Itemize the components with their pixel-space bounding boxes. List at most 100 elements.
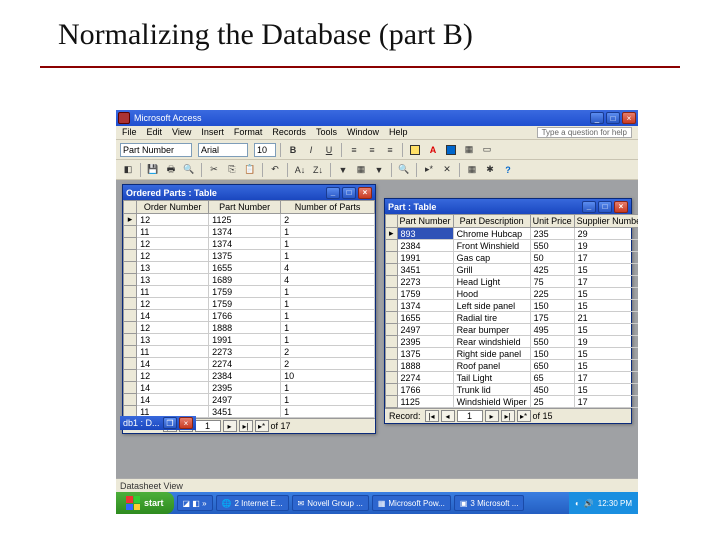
- table-row[interactable]: 1424971: [124, 394, 375, 406]
- help-button[interactable]: ?: [500, 162, 516, 178]
- object-selector[interactable]: Part Number: [120, 143, 192, 157]
- ordered-parts-grid[interactable]: Order Number Part Number Number of Parts…: [123, 200, 375, 418]
- table-row[interactable]: 1218881: [124, 322, 375, 334]
- col-number-of-parts[interactable]: Number of Parts: [281, 201, 375, 214]
- table-row[interactable]: 1766Trunk lid45015: [386, 384, 639, 396]
- nav-first[interactable]: |◂: [425, 410, 439, 422]
- underline-button[interactable]: U: [321, 142, 337, 158]
- menu-format[interactable]: Format: [234, 127, 263, 138]
- nav-current[interactable]: 1: [195, 420, 221, 432]
- table-row[interactable]: 1423951: [124, 382, 375, 394]
- task-access[interactable]: ▣3 Microsoft ...: [454, 495, 525, 511]
- copy-button[interactable]: ⎘: [224, 162, 240, 178]
- table-row[interactable]: 1655Radial tire17521: [386, 312, 639, 324]
- ordered-parts-titlebar[interactable]: Ordered Parts : Table _ □ ×: [123, 185, 375, 200]
- db-restore[interactable]: ❐: [163, 417, 177, 429]
- table-row[interactable]: 1422742: [124, 358, 375, 370]
- col-part-description[interactable]: Part Description: [453, 215, 530, 228]
- maximize-button[interactable]: □: [606, 112, 620, 124]
- col-order-number[interactable]: Order Number: [137, 201, 209, 214]
- close-button[interactable]: ×: [622, 112, 636, 124]
- col-part-number[interactable]: Part Number: [397, 215, 453, 228]
- task-novell[interactable]: ✉Novell Group ...: [292, 495, 369, 511]
- system-tray[interactable]: ◐ 🔊 12:30 PM: [569, 492, 638, 514]
- menu-insert[interactable]: Insert: [201, 127, 224, 138]
- view-button[interactable]: ◧: [120, 162, 136, 178]
- nav-prev[interactable]: ◂: [441, 410, 455, 422]
- table-row[interactable]: ▸1211252: [124, 214, 375, 226]
- preview-button[interactable]: 🔍: [181, 162, 197, 178]
- menu-records[interactable]: Records: [272, 127, 306, 138]
- tray-icon[interactable]: 🔊: [584, 499, 594, 508]
- undo-button[interactable]: ↶: [267, 162, 283, 178]
- sort-asc-button[interactable]: A↓: [292, 162, 308, 178]
- col-unit-price[interactable]: Unit Price: [530, 215, 574, 228]
- font-size-selector[interactable]: 10: [254, 143, 276, 157]
- font-color-button[interactable]: A: [425, 142, 441, 158]
- find-button[interactable]: 🔍: [396, 162, 412, 178]
- quicklaunch[interactable]: ◪ ◧ »: [177, 495, 213, 511]
- align-right-button[interactable]: ≡: [382, 142, 398, 158]
- table-row[interactable]: 1117591: [124, 286, 375, 298]
- task-powerpoint[interactable]: ▦Microsoft Pow...: [372, 495, 451, 511]
- paste-button[interactable]: 📋: [242, 162, 258, 178]
- nav-new[interactable]: ▸*: [255, 420, 269, 432]
- menu-tools[interactable]: Tools: [316, 127, 337, 138]
- part-titlebar[interactable]: Part : Table _ □ ×: [385, 199, 631, 214]
- database-window-button[interactable]: ▦: [464, 162, 480, 178]
- menu-edit[interactable]: Edit: [147, 127, 163, 138]
- nav-current[interactable]: 1: [457, 410, 483, 422]
- delete-record-button[interactable]: ✕: [439, 162, 455, 178]
- font-name-selector[interactable]: Arial: [198, 143, 248, 157]
- table-row[interactable]: 1125Windshield Wiper2517: [386, 396, 639, 408]
- table-row[interactable]: 12238410: [124, 370, 375, 382]
- menu-help[interactable]: Help: [389, 127, 408, 138]
- apply-filter-button[interactable]: ▼: [371, 162, 387, 178]
- table-row[interactable]: 1316894: [124, 274, 375, 286]
- db-window-minimized[interactable]: db1 : D... ❐ ×: [120, 416, 196, 430]
- align-left-button[interactable]: ≡: [346, 142, 362, 158]
- nav-last[interactable]: ▸|: [501, 410, 515, 422]
- menu-view[interactable]: View: [172, 127, 191, 138]
- save-button[interactable]: 💾: [145, 162, 161, 178]
- nav-next[interactable]: ▸: [223, 420, 237, 432]
- fill-color-button[interactable]: [407, 142, 423, 158]
- table-row[interactable]: 1991Gas cap5017: [386, 252, 639, 264]
- ordered-parts-close[interactable]: ×: [358, 187, 372, 199]
- cut-button[interactable]: ✂: [206, 162, 222, 178]
- line-color-button[interactable]: [443, 142, 459, 158]
- help-search-box[interactable]: Type a question for help: [537, 127, 632, 138]
- table-row[interactable]: 1319911: [124, 334, 375, 346]
- menu-window[interactable]: Window: [347, 127, 379, 138]
- filter-selection-button[interactable]: ▼: [335, 162, 351, 178]
- special-effect-button[interactable]: ▭: [479, 142, 495, 158]
- part-min[interactable]: _: [582, 201, 596, 213]
- table-row[interactable]: 1213751: [124, 250, 375, 262]
- table-row[interactable]: 2384Front Winshield55019: [386, 240, 639, 252]
- part-max[interactable]: □: [598, 201, 612, 213]
- align-center-button[interactable]: ≡: [364, 142, 380, 158]
- table-row[interactable]: 1316554: [124, 262, 375, 274]
- start-button[interactable]: start: [116, 492, 174, 514]
- filter-form-button[interactable]: ▦: [353, 162, 369, 178]
- table-row[interactable]: 2395Rear windshield55019: [386, 336, 639, 348]
- table-row[interactable]: 1888Roof panel65015: [386, 360, 639, 372]
- ordered-parts-min[interactable]: _: [326, 187, 340, 199]
- minimize-button[interactable]: _: [590, 112, 604, 124]
- gridlines-button[interactable]: ▦: [461, 142, 477, 158]
- table-row[interactable]: 1375Right side panel15015: [386, 348, 639, 360]
- col-part-number[interactable]: Part Number: [209, 201, 281, 214]
- sort-desc-button[interactable]: Z↓: [310, 162, 326, 178]
- italic-button[interactable]: I: [303, 142, 319, 158]
- part-grid[interactable]: Part Number Part Description Unit Price …: [385, 214, 638, 408]
- table-row[interactable]: 1374Left side panel15015: [386, 300, 639, 312]
- table-row[interactable]: ▸893Chrome Hubcap23529: [386, 228, 639, 240]
- table-row[interactable]: 1113741: [124, 226, 375, 238]
- table-row[interactable]: 1213741: [124, 238, 375, 250]
- table-row[interactable]: 1759Hood22515: [386, 288, 639, 300]
- table-row[interactable]: 1122732: [124, 346, 375, 358]
- new-object-button[interactable]: ✱: [482, 162, 498, 178]
- nav-last[interactable]: ▸|: [239, 420, 253, 432]
- table-row[interactable]: 2497Rear bumper49515: [386, 324, 639, 336]
- tray-icon[interactable]: ◐: [575, 499, 580, 508]
